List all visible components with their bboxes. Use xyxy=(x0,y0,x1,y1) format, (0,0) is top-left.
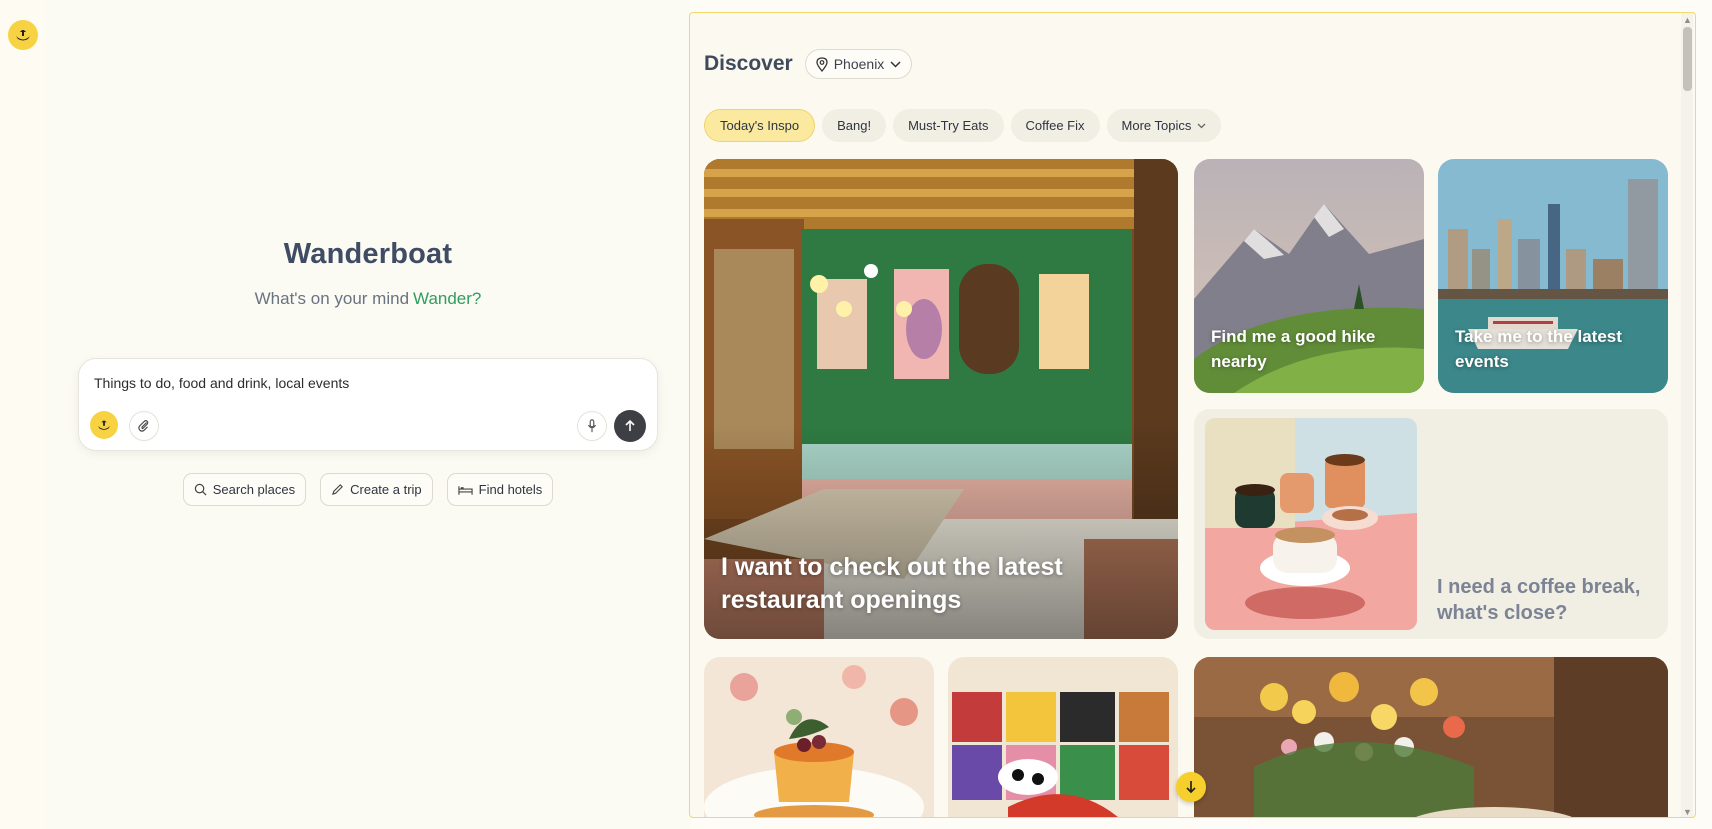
dessert-image xyxy=(704,657,934,817)
card-latest-events[interactable]: Take me to the latest events xyxy=(1438,159,1668,393)
tab-must-try-eats[interactable]: Must-Try Eats xyxy=(893,109,1004,142)
topic-tabs: Today's Inspo Bang! Must-Try Eats Coffee… xyxy=(704,109,1222,142)
left-rail xyxy=(0,0,46,829)
search-icon xyxy=(194,483,207,496)
art-gallery-image xyxy=(948,657,1178,817)
find-hotels-button[interactable]: Find hotels xyxy=(446,473,554,506)
search-places-button[interactable]: Search places xyxy=(182,473,307,506)
more-topics-label: More Topics xyxy=(1121,118,1192,133)
chat-composer[interactable]: Things to do, food and drink, local even… xyxy=(78,358,658,451)
discover-title: Discover xyxy=(704,52,793,75)
card-caption: I need a coffee break, what's close? xyxy=(1437,576,1641,624)
microphone-button[interactable] xyxy=(577,411,607,441)
microphone-icon xyxy=(588,419,596,433)
tagline-text: What's on your mind xyxy=(254,289,410,308)
card-coffee-break[interactable]: I need a coffee break, what's close? xyxy=(1194,409,1668,639)
create-trip-label: Create a trip xyxy=(350,482,422,497)
discover-header: Discover Phoenix xyxy=(704,49,913,79)
arrow-down-icon xyxy=(1186,781,1196,794)
card-art[interactable] xyxy=(948,657,1178,817)
scroll-up-icon[interactable]: ▲ xyxy=(1683,15,1692,25)
card-caption: Find me a good hike nearby xyxy=(1211,327,1376,371)
scroll-down-button[interactable] xyxy=(1176,772,1206,802)
chat-pane: Wanderboat What's on your mind Wander? Th… xyxy=(46,0,690,829)
wanderboat-logo-icon[interactable] xyxy=(8,20,38,50)
paperclip-icon xyxy=(138,420,149,432)
tab-coffee-fix[interactable]: Coffee Fix xyxy=(1010,109,1100,142)
location-selector[interactable]: Phoenix xyxy=(804,49,913,79)
app-title: Wanderboat xyxy=(283,238,453,270)
flowers-image xyxy=(1194,657,1668,817)
chevron-down-icon xyxy=(1197,123,1206,128)
card-restaurant-openings[interactable]: I want to check out the latest restauran… xyxy=(704,159,1178,639)
arrow-up-icon xyxy=(625,419,635,431)
discover-scrollbar[interactable]: ▲ ▼ xyxy=(1681,13,1693,817)
tagline-accent: Wander? xyxy=(413,289,482,308)
card-hike-nearby[interactable]: Find me a good hike nearby xyxy=(1194,159,1424,393)
wanderboat-mode-icon[interactable] xyxy=(90,411,118,439)
tab-todays-inspo[interactable]: Today's Inspo xyxy=(704,109,816,142)
composer-input[interactable]: Things to do, food and drink, local even… xyxy=(94,375,349,391)
discover-panel: Discover Phoenix Today's Inspo Bang! Mus… xyxy=(689,12,1696,818)
pencil-icon xyxy=(332,484,344,496)
card-flowers[interactable] xyxy=(1194,657,1668,817)
attach-button[interactable] xyxy=(129,411,159,441)
create-trip-button[interactable]: Create a trip xyxy=(320,473,433,506)
card-caption: I want to check out the latest restauran… xyxy=(721,553,1063,614)
send-button[interactable] xyxy=(614,410,646,442)
search-places-label: Search places xyxy=(212,482,296,497)
coffee-image xyxy=(1205,418,1417,630)
bed-icon xyxy=(458,485,473,495)
quick-actions: Search places Create a trip Find hotels xyxy=(46,473,690,506)
scrollbar-thumb[interactable] xyxy=(1683,27,1692,91)
location-label: Phoenix xyxy=(833,56,885,72)
tab-bang[interactable]: Bang! xyxy=(822,109,887,142)
chevron-down-icon xyxy=(890,60,901,68)
card-dessert[interactable] xyxy=(704,657,934,817)
scroll-down-icon[interactable]: ▼ xyxy=(1683,807,1692,817)
find-hotels-label: Find hotels xyxy=(478,482,543,497)
map-pin-icon xyxy=(816,56,828,72)
tagline: What's on your mind Wander? xyxy=(46,289,690,309)
tab-more-topics[interactable]: More Topics xyxy=(1106,109,1222,142)
card-caption: Take me to the latest events xyxy=(1455,327,1622,371)
